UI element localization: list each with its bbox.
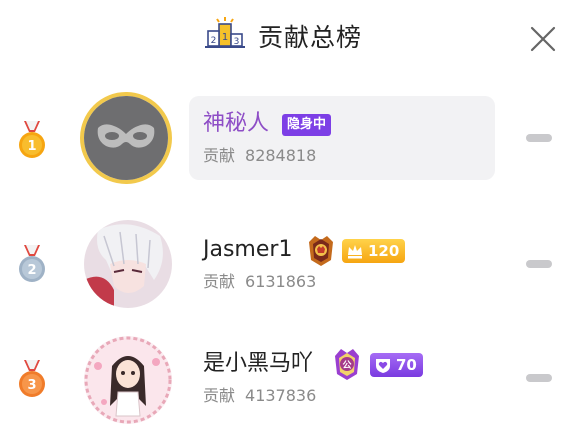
level-badge: 120 bbox=[342, 239, 406, 263]
more-dash-button[interactable] bbox=[526, 260, 552, 268]
contribution-value: 4137836 bbox=[245, 386, 317, 405]
avatar[interactable] bbox=[84, 220, 172, 308]
svg-text:2: 2 bbox=[27, 263, 36, 278]
ranking-row-2[interactable]: 2 Jasmer1 120 贡献 6131863 bbox=[0, 206, 587, 316]
user-name: 是小黑马吖 bbox=[203, 351, 314, 376]
heart-shield-level-icon bbox=[376, 359, 390, 373]
level-number: 70 bbox=[396, 356, 417, 374]
silver-medal-icon: 2 bbox=[19, 245, 45, 282]
avatar[interactable] bbox=[80, 92, 172, 184]
crown-level-icon bbox=[348, 245, 362, 259]
header: 1 2 3 贡献总榜 bbox=[0, 0, 587, 78]
level-badge: 70 bbox=[370, 353, 423, 377]
svg-text:1: 1 bbox=[27, 139, 36, 154]
svg-text:2: 2 bbox=[211, 36, 217, 46]
anime-boy-portrait bbox=[84, 220, 172, 308]
svg-text:公: 公 bbox=[342, 360, 351, 371]
ranking-row-1[interactable]: 1 神秘人 隐身中 贡献 8284818 bbox=[0, 86, 587, 196]
contribution: 贡献 6131863 bbox=[203, 272, 316, 292]
bronze-medal-icon: 3 bbox=[19, 360, 45, 397]
user-name: Jasmer1 bbox=[203, 237, 293, 262]
more-dash-button[interactable] bbox=[526, 374, 552, 382]
page-title: 贡献总榜 bbox=[258, 23, 363, 52]
more-dash-button[interactable] bbox=[526, 134, 552, 142]
user-name: 神秘人 bbox=[203, 111, 270, 136]
anime-girl-portrait bbox=[84, 336, 172, 424]
mask-icon bbox=[84, 96, 168, 180]
close-icon[interactable] bbox=[528, 24, 558, 54]
contribution-label: 贡献 bbox=[203, 386, 236, 405]
row-highlight bbox=[189, 96, 495, 180]
contribution-label: 贡献 bbox=[203, 272, 236, 291]
contribution-value: 8284818 bbox=[245, 146, 317, 165]
podium-icon: 1 2 3 bbox=[205, 17, 245, 48]
noble-shield-badge-icon: 公 bbox=[335, 349, 359, 380]
contribution: 贡献 8284818 bbox=[203, 146, 316, 166]
crown-shield-badge-icon bbox=[309, 236, 333, 266]
level-number: 120 bbox=[368, 242, 400, 260]
gold-medal-icon: 1 bbox=[19, 121, 45, 158]
svg-text:1: 1 bbox=[222, 32, 228, 43]
contribution: 贡献 4137836 bbox=[203, 386, 316, 406]
contribution-label: 贡献 bbox=[203, 146, 236, 165]
svg-text:3: 3 bbox=[234, 37, 240, 47]
hidden-status-tag: 隐身中 bbox=[282, 114, 332, 136]
ranking-row-3[interactable]: 3 是小黑马吖 公 70 贡献 4137836 bbox=[0, 322, 587, 425]
contribution-value: 6131863 bbox=[245, 272, 317, 291]
svg-text:3: 3 bbox=[27, 378, 36, 393]
avatar[interactable] bbox=[84, 336, 172, 424]
